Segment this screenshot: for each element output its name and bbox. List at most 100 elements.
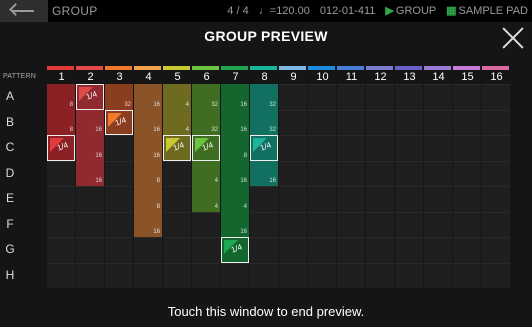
pattern-cell-filled[interactable]: 8 [134, 160, 162, 186]
pattern-cell[interactable] [366, 186, 394, 212]
pattern-cell-filled[interactable]: 16 [134, 84, 162, 110]
pattern-cell-filled[interactable]: 32 [250, 109, 278, 135]
pattern-cell[interactable] [337, 84, 365, 110]
pattern-cell[interactable] [279, 237, 307, 263]
pattern-cell[interactable] [366, 262, 394, 288]
pattern-cell[interactable] [424, 262, 452, 288]
pattern-cell-filled[interactable]: 16 [134, 211, 162, 237]
pattern-cell[interactable] [308, 211, 336, 237]
pattern-cell[interactable] [76, 262, 104, 288]
pattern-cell[interactable] [366, 84, 394, 110]
pattern-cell[interactable] [163, 211, 191, 237]
pattern-cell[interactable] [76, 186, 104, 212]
pattern-cell[interactable] [105, 135, 133, 161]
pattern-cell[interactable] [105, 211, 133, 237]
pattern-cell[interactable] [192, 211, 220, 237]
pattern-cell[interactable] [47, 160, 75, 186]
pattern-cell[interactable] [395, 109, 423, 135]
pattern-cell[interactable] [105, 262, 133, 288]
pattern-cell[interactable] [250, 186, 278, 212]
pattern-cell-active[interactable]: 1/4 [192, 135, 220, 161]
pattern-cell-filled[interactable]: 32 [192, 84, 220, 110]
pattern-cell[interactable] [366, 160, 394, 186]
pattern-cell[interactable] [279, 186, 307, 212]
pattern-cell[interactable] [395, 237, 423, 263]
pattern-cell-filled[interactable]: 4 [192, 186, 220, 212]
pattern-cell[interactable] [163, 262, 191, 288]
pattern-cell[interactable] [250, 237, 278, 263]
pattern-cell[interactable] [366, 109, 394, 135]
pattern-cell[interactable] [76, 237, 104, 263]
pattern-cell-filled[interactable]: 16 [221, 109, 249, 135]
pattern-cell[interactable] [279, 211, 307, 237]
pattern-cell[interactable] [47, 237, 75, 263]
pattern-cell-active[interactable]: 1/4 [105, 109, 133, 135]
pattern-cell-filled[interactable]: 32 [105, 84, 133, 110]
pattern-cell[interactable] [453, 109, 481, 135]
pattern-cell[interactable] [337, 160, 365, 186]
pattern-cell[interactable] [221, 262, 249, 288]
pattern-cell[interactable] [366, 211, 394, 237]
pattern-cell[interactable] [482, 160, 510, 186]
pattern-cell[interactable] [366, 135, 394, 161]
pattern-cell[interactable] [395, 84, 423, 110]
pattern-cell[interactable] [308, 160, 336, 186]
pattern-cell[interactable] [308, 109, 336, 135]
pattern-cell[interactable] [395, 135, 423, 161]
pattern-cell[interactable] [482, 186, 510, 212]
pattern-cell[interactable] [105, 237, 133, 263]
pattern-cell[interactable] [453, 186, 481, 212]
pattern-cell-filled[interactable]: 32 [192, 109, 220, 135]
pattern-cell[interactable] [308, 135, 336, 161]
pattern-cell[interactable] [482, 211, 510, 237]
pattern-cell[interactable] [337, 211, 365, 237]
pattern-cell-filled[interactable]: 16 [250, 160, 278, 186]
pattern-cell[interactable] [482, 109, 510, 135]
pattern-cell-filled[interactable]: 8 [221, 135, 249, 161]
pattern-cell-active[interactable]: 1/4 [221, 237, 249, 263]
pattern-cell[interactable] [337, 262, 365, 288]
pattern-cell-filled[interactable]: 16 [134, 135, 162, 161]
pattern-cell[interactable] [47, 186, 75, 212]
back-button[interactable] [0, 0, 48, 22]
pattern-cell[interactable] [453, 135, 481, 161]
pattern-cell-active[interactable]: 1/4 [47, 135, 75, 161]
pattern-cell-filled[interactable]: 16 [134, 109, 162, 135]
pattern-cell[interactable] [134, 237, 162, 263]
pattern-cell[interactable] [192, 262, 220, 288]
pattern-cell[interactable] [279, 135, 307, 161]
pattern-cell-filled[interactable]: 16 [76, 109, 104, 135]
pattern-cell[interactable] [337, 237, 365, 263]
pattern-cell-filled[interactable]: 4 [221, 186, 249, 212]
pattern-cell-active[interactable]: 1/4 [76, 84, 104, 110]
pattern-cell[interactable] [337, 109, 365, 135]
pattern-cell-filled[interactable]: 16 [221, 211, 249, 237]
pattern-cell-filled[interactable]: 4 [192, 160, 220, 186]
pattern-cell[interactable] [163, 186, 191, 212]
pattern-cell-filled[interactable]: 8 [134, 186, 162, 212]
pattern-cell-filled[interactable]: 32 [250, 84, 278, 110]
pattern-cell[interactable] [337, 186, 365, 212]
pattern-cell[interactable] [453, 262, 481, 288]
pattern-cell[interactable] [163, 160, 191, 186]
pattern-cell[interactable] [279, 84, 307, 110]
pattern-cell[interactable] [47, 211, 75, 237]
pattern-cell[interactable] [308, 186, 336, 212]
pattern-cell[interactable] [308, 84, 336, 110]
pattern-cell[interactable] [395, 262, 423, 288]
pattern-cell-filled[interactable]: 16 [221, 160, 249, 186]
pattern-cell[interactable] [453, 237, 481, 263]
pattern-cell-active[interactable]: 1/4 [250, 135, 278, 161]
pattern-cell[interactable] [424, 84, 452, 110]
pattern-cell[interactable] [424, 186, 452, 212]
pattern-cell[interactable] [482, 135, 510, 161]
pattern-cell-filled[interactable]: 4 [163, 84, 191, 110]
pattern-cell[interactable] [424, 237, 452, 263]
pattern-cell[interactable] [424, 160, 452, 186]
pattern-cell[interactable] [424, 109, 452, 135]
pattern-cell[interactable] [453, 160, 481, 186]
pattern-cell[interactable] [76, 211, 104, 237]
pattern-cell[interactable] [279, 109, 307, 135]
pattern-cell[interactable] [453, 84, 481, 110]
pattern-cell[interactable] [105, 186, 133, 212]
